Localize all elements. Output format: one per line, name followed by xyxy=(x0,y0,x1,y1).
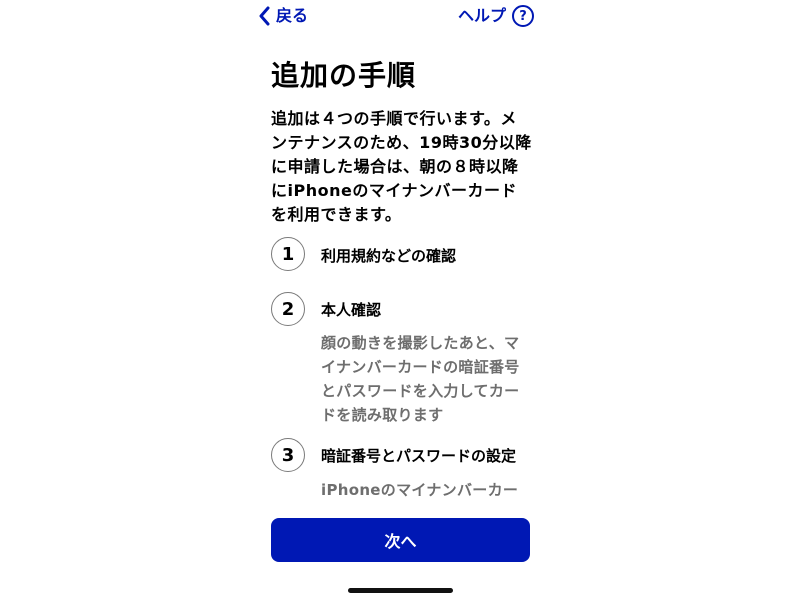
step-number-badge: 1 xyxy=(271,237,305,271)
back-button-label: 戻る xyxy=(276,6,309,25)
next-button[interactable]: 次へ xyxy=(271,518,530,562)
page-title: 追加の手順 xyxy=(271,59,417,92)
home-indicator[interactable] xyxy=(348,588,453,593)
step-title: 利用規約などの確認 xyxy=(321,247,457,265)
step-description: iPhoneのマイナンバーカー xyxy=(321,481,519,499)
screen: 戻る ヘルプ ? 追加の手順 追加は４つの手順で行います。メンテナンスのため、1… xyxy=(0,0,800,600)
step-number-badge: 2 xyxy=(271,292,305,326)
intro-text: 追加は４つの手順で行います。メンテナンスのため、19時30分以降に申請した場合は… xyxy=(271,109,532,224)
help-button[interactable]: ヘルプ ? xyxy=(458,4,534,28)
chevron-left-icon xyxy=(258,6,270,26)
step-description: 顔の動きを撮影したあと、マイナンバーカードの暗証番号とパスワードを入力してカード… xyxy=(321,334,520,424)
step-description-clip: iPhoneのマイナンバーカー xyxy=(321,478,533,510)
question-circle-icon: ? xyxy=(512,5,534,27)
step-title: 本人確認 xyxy=(321,301,382,319)
step-title: 暗証番号とパスワードの設定 xyxy=(321,447,517,465)
help-button-label: ヘルプ xyxy=(457,6,506,25)
step-number-badge: 3 xyxy=(271,438,305,472)
back-button[interactable]: 戻る xyxy=(258,4,308,28)
